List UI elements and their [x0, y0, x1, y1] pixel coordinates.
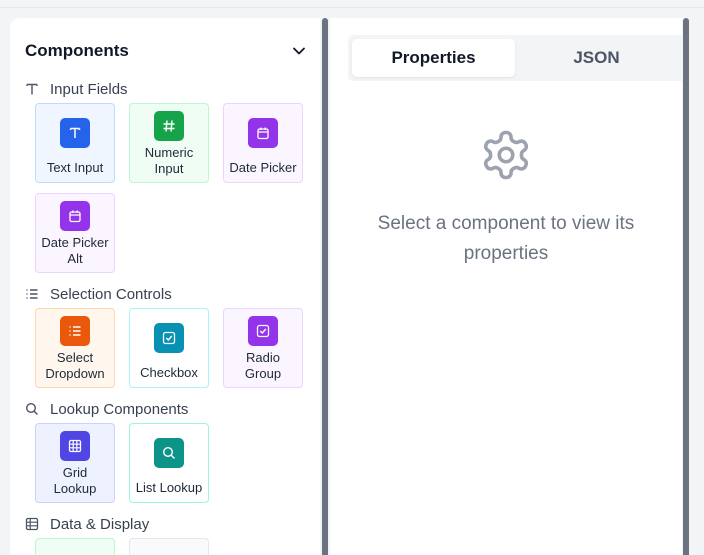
list-icon — [60, 316, 90, 346]
component-select-dropdown[interactable]: Select Dropdown — [35, 308, 115, 388]
components-header: Components — [25, 40, 310, 62]
section-label: Selection Controls — [50, 285, 172, 303]
component-label: Date Picker Alt — [41, 235, 109, 266]
component-label: Numeric Input — [144, 145, 194, 176]
component-date-picker[interactable]: Date Picker — [223, 103, 303, 183]
component-label: Text Input — [46, 160, 104, 175]
empty-state-message: Select a component to view its propertie… — [377, 213, 635, 264]
section-input-fields: Input Fields — [24, 79, 128, 99]
components-title: Components — [25, 41, 129, 60]
tab-json[interactable]: JSON — [515, 39, 678, 77]
panel-resize-handle[interactable] — [683, 18, 689, 555]
grid-icon — [60, 431, 90, 461]
component-data-display-2[interactable] — [129, 538, 209, 555]
properties-panel: Properties JSON Select a component to vi… — [330, 18, 682, 555]
section-label: Input Fields — [50, 80, 128, 98]
component-numeric-input[interactable]: Numeric Input — [129, 103, 209, 183]
component-radio-group[interactable]: Radio Group — [223, 308, 303, 388]
gear-icon — [479, 128, 533, 187]
component-list-lookup[interactable]: List Lookup — [129, 423, 209, 503]
empty-state: Select a component to view its propertie… — [360, 128, 652, 269]
section-lookup-components: Lookup Components — [24, 399, 188, 419]
properties-tabs: Properties JSON — [348, 35, 682, 81]
section-label: Lookup Components — [50, 400, 189, 418]
components-panel: Components Input Fields Text Input Numer… — [10, 18, 320, 555]
component-label: Select Dropdown — [45, 350, 105, 381]
type-icon — [24, 81, 40, 97]
top-divider — [0, 7, 704, 8]
search-icon — [24, 401, 40, 417]
panel-resize-handle[interactable] — [322, 18, 328, 555]
component-label: Grid Lookup — [53, 465, 97, 496]
calendar-icon — [248, 118, 278, 148]
component-grid-lookup[interactable]: Grid Lookup — [35, 423, 115, 503]
component-label: Radio Group — [244, 350, 282, 381]
list-icon — [24, 286, 40, 302]
component-checkbox[interactable]: Checkbox — [129, 308, 209, 388]
component-text-input[interactable]: Text Input — [35, 103, 115, 183]
tab-properties[interactable]: Properties — [352, 39, 515, 77]
chevron-down-icon[interactable] — [288, 40, 310, 62]
section-data-display: Data & Display — [24, 514, 149, 534]
component-data-display-1[interactable] — [35, 538, 115, 555]
hash-icon — [154, 111, 184, 141]
component-label: Checkbox — [140, 365, 198, 380]
text-t-icon — [60, 118, 90, 148]
component-label: List Lookup — [135, 480, 203, 495]
table-icon — [24, 516, 40, 532]
section-selection-controls: Selection Controls — [24, 284, 172, 304]
check-square-icon — [154, 323, 184, 353]
section-label: Data & Display — [50, 515, 150, 533]
check-square-icon — [248, 316, 278, 346]
component-label: Date Picker — [229, 160, 297, 175]
calendar-icon — [60, 201, 90, 231]
search-icon — [154, 438, 184, 468]
component-date-picker-alt[interactable]: Date Picker Alt — [35, 193, 115, 273]
